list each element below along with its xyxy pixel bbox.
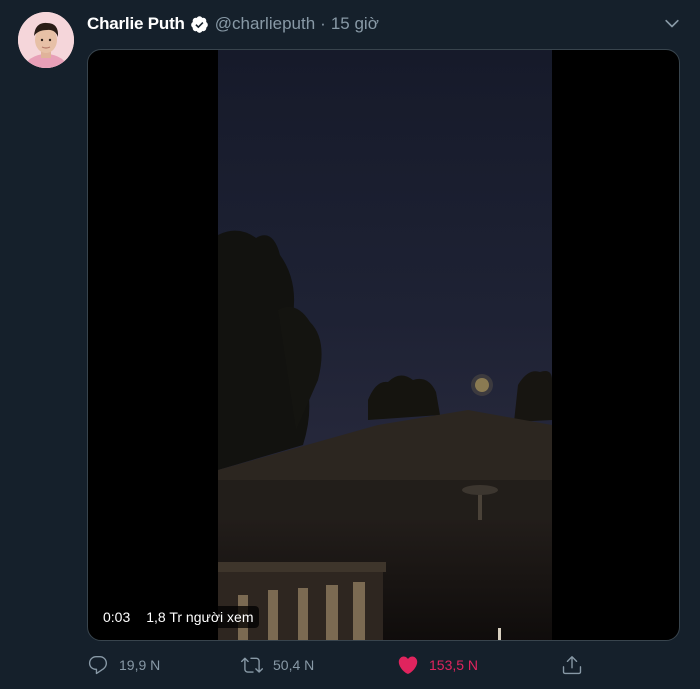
chevron-down-icon[interactable]: [662, 14, 682, 34]
author-handle[interactable]: @charlieputh: [215, 14, 315, 34]
reply-button[interactable]: 19,9 N: [87, 650, 160, 680]
avatar-image: [18, 12, 74, 68]
verified-badge-icon: [190, 15, 209, 34]
retweet-count: 50,4 N: [273, 657, 315, 673]
share-icon: [562, 656, 582, 675]
video-elapsed: 0:03: [98, 606, 136, 628]
avatar[interactable]: [18, 12, 74, 68]
reply-icon: [88, 656, 108, 675]
video-player[interactable]: 0:03 1,8 Tr người xem: [87, 49, 680, 641]
video-frame: [218, 50, 552, 640]
separator-dot: ·: [320, 14, 326, 33]
tweet-header: Charlie Puth @charlieputh · 15 giờ: [87, 12, 379, 36]
video-view-count: 1,8 Tr người xem: [141, 606, 259, 628]
like-count: 153,5 N: [429, 657, 479, 673]
like-button[interactable]: 153,5 N: [397, 650, 478, 680]
reply-count: 19,9 N: [119, 657, 161, 673]
tweet: Charlie Puth @charlieputh · 15 giờ 0:03 …: [0, 0, 700, 689]
heart-icon: [398, 656, 418, 674]
share-button[interactable]: [561, 650, 583, 680]
retweet-icon: [241, 657, 263, 673]
tweet-actions: 19,9 N 50,4 N 153,5 N: [87, 650, 587, 680]
retweet-button[interactable]: 50,4 N: [241, 650, 314, 680]
timestamp[interactable]: 15 giờ: [331, 14, 379, 34]
display-name[interactable]: Charlie Puth: [87, 14, 185, 34]
video-badges: 0:03 1,8 Tr người xem: [98, 606, 259, 628]
